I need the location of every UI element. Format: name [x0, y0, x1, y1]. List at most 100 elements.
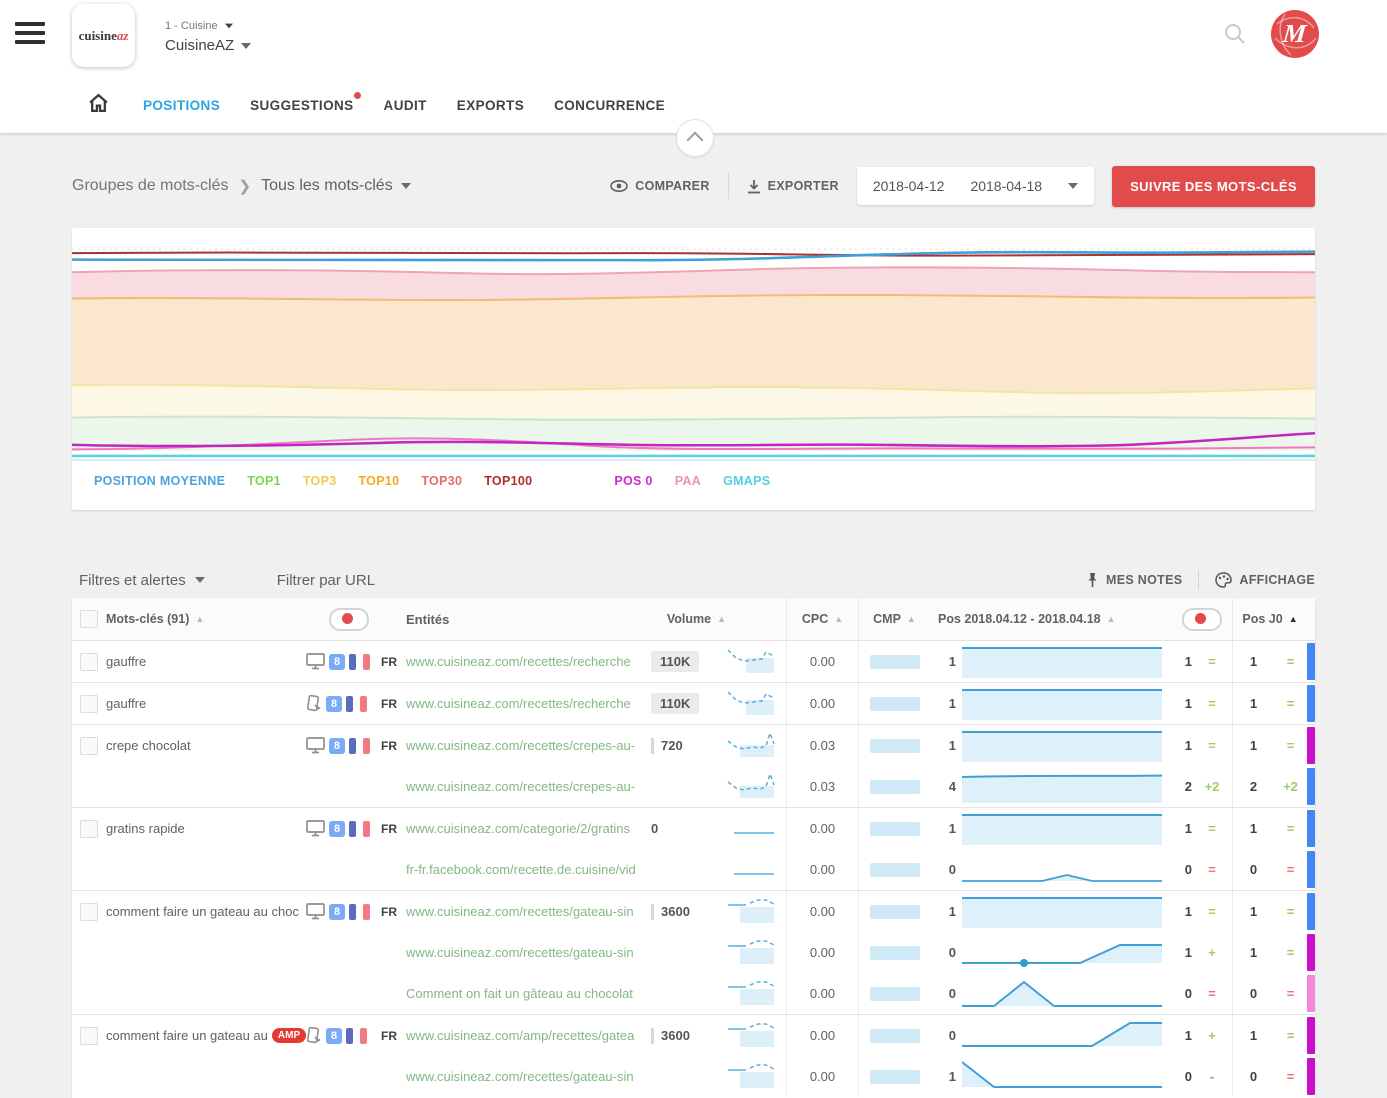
legend-item-top3[interactable]: TOP3	[303, 474, 337, 488]
column-header-volume[interactable]: Volume▲	[651, 598, 726, 640]
pos-history-chart[interactable]	[962, 892, 1162, 931]
breadcrumb-current-dropdown[interactable]: Tous les mots-clés	[261, 177, 411, 195]
row-status-bar	[1307, 975, 1315, 1012]
breadcrumb-separator: ❯	[239, 177, 252, 195]
pos-history-cell	[962, 1056, 1168, 1097]
legend-item-top100[interactable]: TOP100	[484, 474, 532, 488]
pos-history-chart[interactable]	[962, 767, 1162, 806]
legend-item-position-moyenne[interactable]: POSITION MOYENNE	[94, 474, 225, 488]
pos-history-chart[interactable]	[962, 726, 1162, 765]
pos-j0-change: =	[1287, 986, 1295, 1001]
url-cell: www.cuisineaz.com/recettes/crepes-au-	[406, 725, 651, 766]
legend-item-pos-0[interactable]: POS 0	[614, 474, 652, 488]
row-checkbox[interactable]	[80, 653, 98, 671]
pos-history-cell	[962, 973, 1168, 1014]
select-all-checkbox[interactable]	[80, 610, 98, 628]
entity-url[interactable]: www.cuisineaz.com/recettes/gateau-sin	[406, 945, 634, 960]
nav-item-audit[interactable]: AUDIT	[384, 92, 427, 119]
follow-keywords-button[interactable]: SUIVRE DES MOTS-CLÉS	[1112, 166, 1315, 207]
pos-history-chart[interactable]	[962, 1016, 1162, 1055]
breadcrumb-group[interactable]: Groupes de mots-clés	[72, 177, 229, 195]
column-header-cpc[interactable]: CPC▲	[786, 598, 858, 640]
my-notes-button[interactable]: MES NOTES	[1086, 572, 1182, 588]
legend-item-top1[interactable]: TOP1	[247, 474, 281, 488]
column-header-keywords[interactable]: Mots-clés (91)▲	[106, 598, 306, 640]
entity-url[interactable]: www.cuisineaz.com/recettes/recherche	[406, 654, 631, 669]
entity-url[interactable]: www.cuisineaz.com/recettes/gateau-sin	[406, 904, 634, 919]
nav-item-exports[interactable]: EXPORTS	[457, 92, 524, 119]
collapse-header-button[interactable]	[676, 119, 714, 157]
pos-history-chart[interactable]	[962, 1057, 1162, 1096]
display-settings-button[interactable]: AFFICHAGE	[1215, 572, 1315, 588]
account-brand-logo[interactable]: M	[1271, 10, 1319, 58]
column-header-pos-range[interactable]: Pos 2018.04.12 - 2018.04.18▲	[930, 598, 1168, 640]
project-group-dropdown[interactable]: 1 - Cuisine	[165, 20, 251, 32]
pos-history-cell	[962, 766, 1168, 807]
entity-url[interactable]: www.cuisineaz.com/recettes/recherche	[406, 696, 631, 711]
entity-url[interactable]: www.cuisineaz.com/recettes/crepes-au-	[406, 738, 635, 753]
row-checkbox[interactable]	[80, 903, 98, 921]
hamburger-menu-icon[interactable]	[15, 22, 45, 46]
nav-item-concurrence[interactable]: CONCURRENCE	[554, 92, 665, 119]
entity-url[interactable]: www.cuisineaz.com/recettes/crepes-au-	[406, 779, 635, 794]
project-name-dropdown[interactable]: CuisineAZ	[165, 37, 251, 54]
legend-item-gmaps[interactable]: GMAPS	[723, 474, 770, 488]
date-range-picker[interactable]: 2018-04-12 2018-04-18	[857, 167, 1094, 205]
column-header-cmp[interactable]: CMP▲	[858, 598, 930, 640]
language-cell	[381, 766, 406, 807]
pos-change: =	[1208, 862, 1216, 877]
legend-item-paa[interactable]: PAA	[675, 474, 701, 488]
pos-chart-toggle[interactable]	[1182, 608, 1222, 631]
url-cell: Comment on fait un gâteau au chocolat	[406, 973, 651, 1014]
cmp-bar	[870, 1029, 920, 1043]
row-checkbox[interactable]	[80, 820, 98, 838]
pos-history-chart[interactable]	[962, 850, 1162, 889]
site-logo[interactable]: cuisineaz	[72, 4, 135, 67]
row-checkbox[interactable]	[80, 695, 98, 713]
filter-by-url-button[interactable]: Filtrer par URL	[277, 572, 375, 589]
entity-url[interactable]: www.cuisineaz.com/recettes/gateau-sin	[406, 1069, 634, 1084]
row-checkbox[interactable]	[80, 737, 98, 755]
filters-bar: Filtres et alertes Filtrer par URL MES N…	[79, 570, 1315, 590]
row-checkbox-cell	[72, 641, 106, 682]
project-selector: 1 - Cuisine CuisineAZ	[165, 20, 251, 54]
volume-sparkline	[726, 1060, 776, 1093]
legend-item-top30[interactable]: TOP30	[421, 474, 462, 488]
desktop-icon	[306, 653, 325, 670]
entity-url[interactable]: Comment on fait un gâteau au chocolat	[406, 986, 633, 1001]
entities-toggle[interactable]	[329, 608, 369, 631]
export-button[interactable]: EXPORTER	[747, 179, 839, 194]
entity-url[interactable]: www.cuisineaz.com/amp/recettes/gatea	[406, 1028, 634, 1043]
pos-history-chart[interactable]	[962, 933, 1162, 972]
keyword-cell	[106, 849, 306, 890]
nav-item-suggestions[interactable]: SUGGESTIONS	[250, 92, 353, 119]
keyword-label: crepe chocolat	[106, 738, 191, 753]
table-row-entity: www.cuisineaz.com/recettes/gateau-sin0.0…	[72, 932, 1315, 973]
column-header-pos-j0[interactable]: Pos J0▲	[1232, 598, 1307, 640]
positions-chart-card: POSITION MOYENNE TOP1 TOP3 TOP10 TOP30 TOP100…	[72, 228, 1315, 510]
pos-history-chart[interactable]	[962, 684, 1162, 723]
pos-change: =	[1208, 986, 1216, 1001]
pos-history-chart[interactable]	[962, 642, 1162, 681]
pos-history-chart[interactable]	[962, 974, 1162, 1013]
home-icon[interactable]	[88, 93, 109, 118]
filters-alerts-dropdown[interactable]: Filtres et alertes	[79, 572, 205, 589]
compare-button[interactable]: COMPARER	[610, 179, 709, 193]
entity-url[interactable]: www.cuisineaz.com/categorie/2/gratins	[406, 821, 630, 836]
volume-sparkline-cell	[726, 766, 786, 807]
legend-item-top10[interactable]: TOP10	[358, 474, 399, 488]
pos-j0-change-cell: =	[1274, 641, 1307, 682]
pos-start-cell: 1	[930, 641, 962, 682]
pos-history-chart[interactable]	[962, 809, 1162, 848]
nav-item-positions[interactable]: POSITIONS	[143, 92, 220, 119]
volume-cell	[651, 1056, 726, 1097]
row-checkbox[interactable]	[80, 1027, 98, 1045]
entity-url[interactable]: fr-fr.facebook.com/recette.de.cuisine/vi…	[406, 862, 636, 877]
positions-area-chart[interactable]	[72, 240, 1315, 464]
pos-end-cell: 0	[1168, 973, 1192, 1014]
pos-history-cell	[962, 932, 1168, 973]
entity-icons-cell	[306, 766, 381, 807]
search-icon[interactable]	[1223, 22, 1247, 51]
main-nav: POSITIONS SUGGESTIONS AUDIT EXPORTS CONCURRE…	[88, 92, 665, 119]
row-status-bar	[1307, 934, 1315, 971]
